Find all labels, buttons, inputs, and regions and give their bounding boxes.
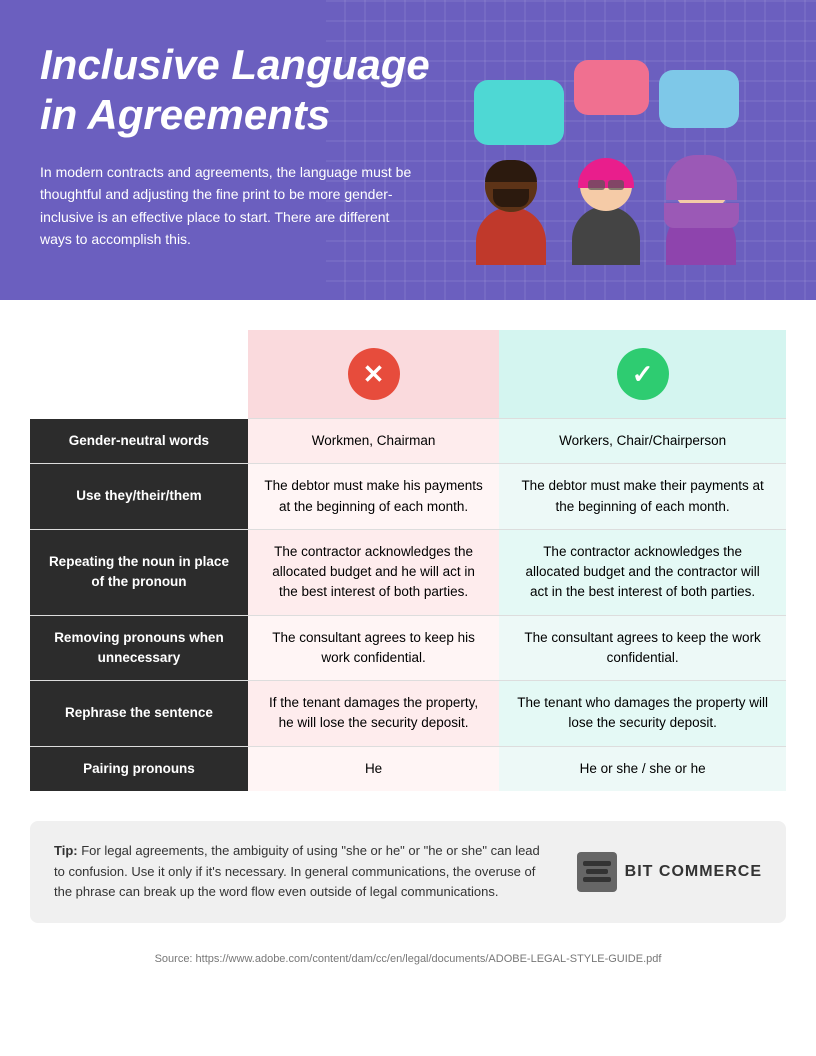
avatar-3 <box>654 160 749 265</box>
source-text: Source: https://www.adobe.com/content/da… <box>30 943 786 975</box>
table-header-right: ✓ <box>499 330 786 419</box>
row-right-5: The tenant who damages the property will… <box>499 681 786 747</box>
row-label-2: Use they/their/them <box>30 464 248 530</box>
brand-name: BIT COMMERCE <box>625 863 762 881</box>
table-row: Removing pronouns when unnecessary The c… <box>30 615 786 681</box>
avatar-3-hijab <box>666 155 737 200</box>
row-right-6: He or she / she or he <box>499 746 786 791</box>
row-label-6: Pairing pronouns <box>30 746 248 791</box>
table-header-empty <box>30 330 248 419</box>
row-wrong-5: If the tenant damages the property, he w… <box>248 681 499 747</box>
table-row: Rephrase the sentence If the tenant dama… <box>30 681 786 747</box>
row-label-4: Removing pronouns when unnecessary <box>30 615 248 681</box>
row-right-1: Workers, Chair/Chairperson <box>499 419 786 464</box>
avatar-1-beard <box>493 189 529 207</box>
table-header-row: ✕ ✓ <box>30 330 786 419</box>
avatar-1-head <box>485 160 537 212</box>
tip-box: Tip: For legal agreements, the ambiguity… <box>30 821 786 923</box>
page-title: Inclusive Language in Agreements <box>40 40 436 141</box>
glass-lens-left <box>588 180 605 190</box>
row-wrong-6: He <box>248 746 499 791</box>
tip-text: Tip: For legal agreements, the ambiguity… <box>54 841 547 903</box>
header-description: In modern contracts and agreements, the … <box>40 161 420 251</box>
avatar-2-body <box>572 206 640 265</box>
row-wrong-4: The consultant agrees to keep his work c… <box>248 615 499 681</box>
avatar-row <box>464 160 749 265</box>
glass-lens-right <box>608 180 625 190</box>
bit-icon-line-3 <box>583 877 611 882</box>
row-label-3: Repeating the noun in place of the prono… <box>30 529 248 615</box>
header-right <box>436 40 776 265</box>
avatar-1-hair <box>485 160 537 182</box>
tip-label: Tip: <box>54 843 78 858</box>
table-row: Use they/their/them The debtor must make… <box>30 464 786 530</box>
row-right-3: The contractor acknowledges the allocate… <box>499 529 786 615</box>
row-wrong-3: The contractor acknowledges the allocate… <box>248 529 499 615</box>
avatar-3-head <box>674 160 729 213</box>
row-right-2: The debtor must make their payments at t… <box>499 464 786 530</box>
chat-bubble-3 <box>659 70 739 128</box>
table-row: Gender-neutral words Workmen, Chairman W… <box>30 419 786 464</box>
row-right-4: The consultant agrees to keep the work c… <box>499 615 786 681</box>
chat-bubbles <box>474 50 739 145</box>
avatar-2-head <box>580 160 632 211</box>
avatar-2 <box>559 160 654 265</box>
chat-bubble-1 <box>474 80 564 145</box>
bit-logo: BIT COMMERCE <box>577 852 762 892</box>
table-header-wrong: ✕ <box>248 330 499 419</box>
wrong-icon: ✕ <box>363 355 385 394</box>
row-label-1: Gender-neutral words <box>30 419 248 464</box>
row-wrong-2: The debtor must make his payments at the… <box>248 464 499 530</box>
main-content: ✕ ✓ Gender-neutral words Workmen, Chairm… <box>0 300 816 995</box>
bit-commerce-brand: BIT COMMERCE <box>577 852 762 892</box>
avatar-3-hijab-bottom <box>664 203 739 228</box>
wrong-icon-circle: ✕ <box>348 348 400 400</box>
header-section: Inclusive Language in Agreements In mode… <box>0 0 816 300</box>
table-row: Repeating the noun in place of the prono… <box>30 529 786 615</box>
tip-content: For legal agreements, the ambiguity of u… <box>54 843 540 900</box>
bit-icon-line-1 <box>583 861 611 866</box>
chat-bubble-2 <box>574 60 649 115</box>
avatar-1-body <box>476 207 546 265</box>
comparison-table: ✕ ✓ Gender-neutral words Workmen, Chairm… <box>30 330 786 791</box>
avatar-2-glasses <box>588 180 624 190</box>
row-label-5: Rephrase the sentence <box>30 681 248 747</box>
avatar-1 <box>464 160 559 265</box>
avatar-1-face <box>485 160 537 212</box>
bit-icon-line-2 <box>586 869 608 874</box>
right-icon: ✓ <box>632 355 654 394</box>
right-icon-circle: ✓ <box>617 348 669 400</box>
table-row: Pairing pronouns He He or she / she or h… <box>30 746 786 791</box>
header-left: Inclusive Language in Agreements In mode… <box>40 40 436 250</box>
table-body: Gender-neutral words Workmen, Chairman W… <box>30 419 786 791</box>
row-wrong-1: Workmen, Chairman <box>248 419 499 464</box>
bit-icon <box>577 852 617 892</box>
